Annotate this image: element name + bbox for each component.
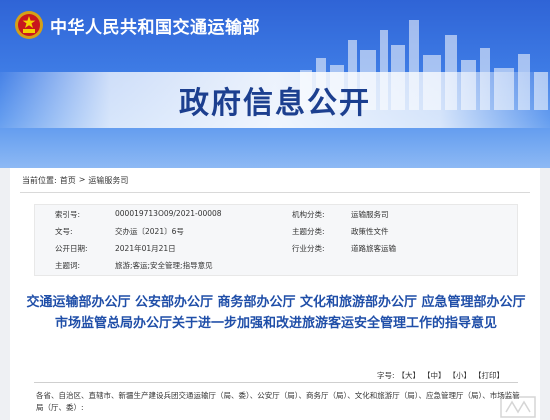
metadata-row: 主题词: 旅游;客运;安全管理;指导意见 bbox=[35, 258, 519, 272]
metadata-key: 主题分类: bbox=[292, 227, 325, 236]
document-body: 各省、自治区、直辖市、新疆生产建设兵团交通运输厅（局、委）、公安厅（局）、商务厅… bbox=[36, 390, 520, 414]
banner-title: 政府信息公开 bbox=[179, 86, 371, 121]
font-medium-button[interactable]: 【中】 bbox=[423, 370, 446, 381]
breadcrumb-section-link[interactable]: 运输服务司 bbox=[88, 175, 128, 186]
content-card: 当前位置: 首页 > 运输服务司 索引号: 000019713O09/2021-… bbox=[10, 168, 540, 420]
metadata-value: 交办运〔2021〕6号 bbox=[115, 227, 184, 236]
breadcrumb-separator: > bbox=[78, 175, 86, 184]
font-large-button[interactable]: 【大】 bbox=[398, 370, 421, 381]
breadcrumb-label: 当前位置: bbox=[22, 176, 57, 185]
metadata-row: 公开日期: 2021年01月21日 行业分类: 道路旅客运输 bbox=[35, 241, 519, 255]
metadata-value: 2021年01月21日 bbox=[115, 244, 176, 253]
metadata-key: 文号: bbox=[55, 227, 73, 236]
document-title: 交通运输部办公厅 公安部办公厅 商务部办公厅 文化和旅游部办公厅 应急管理部办公… bbox=[26, 295, 526, 331]
header-banner: 中华人民共和国交通运输部 政府信息公开 bbox=[0, 0, 550, 168]
metadata-value: 政策性文件 bbox=[351, 227, 389, 236]
metadata-row: 索引号: 000019713O09/2021-00008 机构分类: 运输服务司 bbox=[35, 207, 519, 221]
page: 中华人民共和国交通运输部 政府信息公开 当前位置: 首页 > 运输服务司 索引号… bbox=[0, 0, 550, 420]
font-small-button[interactable]: 【小】 bbox=[449, 370, 472, 381]
ministry-name: 中华人民共和国交通运输部 bbox=[50, 17, 260, 38]
font-size-label: 字号: bbox=[376, 371, 395, 380]
metadata-value: 旅游;客运;安全管理;指导意见 bbox=[115, 261, 213, 270]
site-logo[interactable]: 中华人民共和国交通运输部 bbox=[14, 10, 260, 40]
breadcrumb-home-link[interactable]: 首页 bbox=[60, 175, 76, 186]
watermark-icon bbox=[500, 396, 536, 418]
metadata-key: 索引号: bbox=[55, 210, 81, 219]
metadata-value: 000019713O09/2021-00008 bbox=[115, 209, 222, 218]
font-size-toolbar: 字号: 【大】 【中】 【小】 【打印】 bbox=[377, 370, 504, 381]
metadata-key: 行业分类: bbox=[292, 244, 325, 253]
metadata-row: 文号: 交办运〔2021〕6号 主题分类: 政策性文件 bbox=[35, 224, 519, 238]
divider bbox=[20, 192, 530, 193]
metadata-value: 运输服务司 bbox=[351, 210, 389, 219]
metadata-key: 主题词: bbox=[55, 261, 81, 270]
body-paragraph-line: 局（厅、委）: bbox=[36, 403, 84, 412]
metadata-key: 机构分类: bbox=[292, 210, 325, 219]
breadcrumb: 当前位置: 首页 > 运输服务司 bbox=[22, 175, 128, 186]
print-button[interactable]: 【打印】 bbox=[474, 370, 504, 381]
metadata-key: 公开日期: bbox=[55, 244, 88, 253]
document-metadata-table: 索引号: 000019713O09/2021-00008 机构分类: 运输服务司… bbox=[34, 204, 518, 276]
divider bbox=[34, 382, 518, 383]
body-paragraph-line: 各省、自治区、直辖市、新疆生产建设兵团交通运输厅（局、委）、公安厅（局）、商务厅… bbox=[36, 391, 520, 400]
national-emblem-icon bbox=[15, 11, 43, 39]
metadata-value: 道路旅客运输 bbox=[351, 244, 396, 253]
